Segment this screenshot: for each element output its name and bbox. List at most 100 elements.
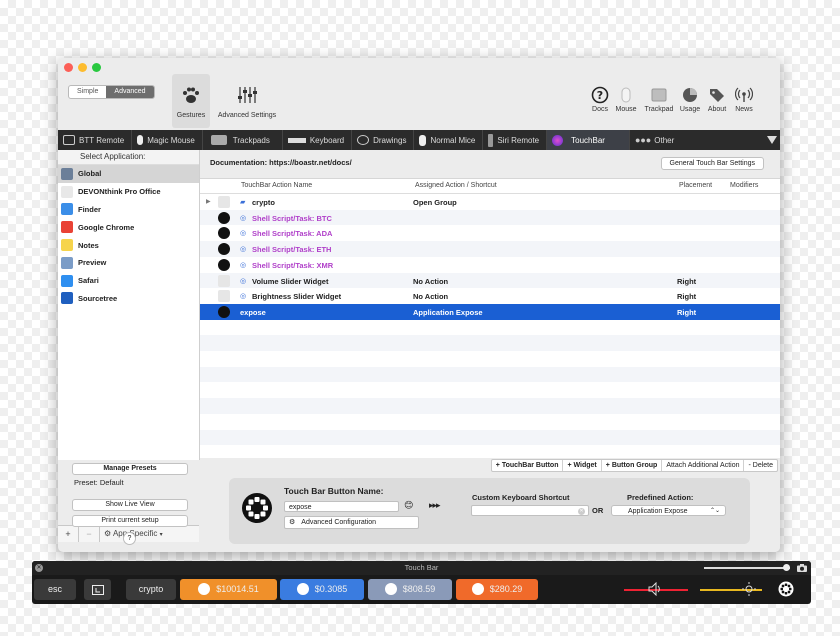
- slider-knob[interactable]: [783, 564, 790, 571]
- documentation-link[interactable]: Documentation: https://boastr.net/docs/: [210, 158, 352, 167]
- tab-siri-remote[interactable]: Siri Remote: [483, 130, 548, 150]
- tab-trackpads[interactable]: Trackpads: [203, 130, 283, 150]
- predefined-action-value: Application Expose: [628, 508, 688, 515]
- toolbar-gestures[interactable]: Gestures: [172, 74, 210, 128]
- zoom-window-button[interactable]: [92, 63, 101, 72]
- tab-touchbar[interactable]: TouchBar: [547, 130, 630, 150]
- row-placement: Right: [677, 292, 697, 302]
- tab-keyboard[interactable]: Keyboard: [283, 130, 353, 150]
- table-row-empty: [200, 366, 780, 383]
- table-row[interactable]: expose Application Expose Right: [200, 303, 780, 320]
- app-label: Preview: [78, 258, 107, 268]
- attach-additional-action-button[interactable]: Attach Additional Action: [662, 460, 745, 471]
- button-name-input[interactable]: expose: [284, 501, 399, 512]
- tab-btt-remote[interactable]: BTT Remote: [58, 130, 133, 150]
- tab-normal-mice[interactable]: Normal Mice: [414, 130, 484, 150]
- sidebar-app-item[interactable]: Global: [58, 165, 199, 183]
- chevron-updown-icon: ⌃⌄: [709, 508, 720, 514]
- tabs-overflow-button[interactable]: [764, 130, 780, 150]
- cardano-icon: [296, 582, 309, 595]
- camera-icon[interactable]: [797, 564, 807, 572]
- sidebar-app-item[interactable]: DEVONthink Pro Office: [58, 183, 199, 201]
- mouse-icon: [621, 87, 631, 103]
- gear-icon: ⚙: [289, 519, 296, 526]
- touchbar-eth-button[interactable]: $808.59: [368, 579, 452, 600]
- sidebar-app-item[interactable]: Sourcetree: [58, 290, 199, 308]
- touchbar-xmr-button[interactable]: $280.29: [456, 579, 538, 600]
- touchbar-ada-button[interactable]: $0.3085: [280, 579, 364, 600]
- expose-icon[interactable]: [241, 492, 273, 524]
- toolbar-usage-label: Usage: [679, 106, 701, 113]
- touchbar-crypto-group[interactable]: crypto: [126, 579, 176, 600]
- remove-app-button[interactable]: −: [79, 526, 100, 542]
- column-header-modifiers[interactable]: Modifiers: [730, 182, 758, 189]
- sidebar-app-item[interactable]: Finder: [58, 201, 199, 219]
- sidebar-app-item[interactable]: Safari: [58, 272, 199, 290]
- sidebar-app-item[interactable]: Notes: [58, 236, 199, 254]
- toolbar-news-label: News: [735, 106, 753, 113]
- toolbar-news[interactable]: News: [731, 86, 757, 113]
- mode-advanced[interactable]: Advanced: [106, 86, 154, 98]
- disclosure-triangle-icon[interactable]: ▶: [206, 198, 211, 205]
- column-header-placement[interactable]: Placement: [679, 182, 712, 189]
- app-label: DEVONthink Pro Office: [78, 187, 161, 197]
- slider-icon: [218, 290, 230, 303]
- custom-shortcut-label: Custom Keyboard Shortcut: [472, 493, 570, 502]
- emoji-picker-button[interactable]: 😊: [404, 500, 413, 511]
- simulator-size-slider[interactable]: [704, 564, 790, 571]
- predefined-action-select[interactable]: Application Expose ⌃⌄: [611, 505, 726, 516]
- advanced-configuration-button[interactable]: ⚙ Advanced Configuration: [284, 516, 419, 529]
- action-type-icon: ◎: [240, 230, 247, 238]
- toolbar-mouse[interactable]: Mouse: [613, 86, 639, 113]
- table-row[interactable]: ◎ Shell Script/Task: XMR: [200, 257, 780, 273]
- touchbar-btc-button[interactable]: $10014.51: [180, 579, 277, 600]
- toolbar-trackpad-label: Trackpad: [644, 106, 674, 113]
- ethereum-icon: [384, 582, 397, 595]
- add-button-group-button[interactable]: + Button Group: [602, 460, 663, 471]
- row-assigned-action: Application Expose: [413, 307, 483, 317]
- sidebar-app-item[interactable]: Preview: [58, 254, 199, 272]
- manage-presets-button[interactable]: Manage Presets: [72, 463, 188, 475]
- mode-segmented-control: Simple Advanced: [68, 85, 155, 99]
- show-live-view-button[interactable]: Show Live View: [72, 499, 188, 511]
- row-placement: Right: [677, 276, 697, 286]
- table-row[interactable]: ◎ Brightness Slider Widget No Action Right: [200, 288, 780, 304]
- general-touchbar-settings-button[interactable]: General Touch Bar Settings: [660, 157, 764, 170]
- device-tab-bar: BTT Remote Magic Mouse Trackpads Keyboar…: [58, 130, 780, 150]
- table-row[interactable]: ◎ Shell Script/Task: BTC: [200, 209, 780, 226]
- toolbar-docs[interactable]: ? Docs: [587, 86, 613, 113]
- mode-simple[interactable]: Simple: [69, 86, 106, 98]
- delete-button[interactable]: - Delete: [744, 460, 777, 471]
- toolbar-advanced-settings[interactable]: Advanced Settings: [213, 74, 281, 128]
- add-app-button[interactable]: +: [58, 526, 79, 542]
- print-setup-button[interactable]: Print current setup: [72, 515, 188, 527]
- table-row[interactable]: ▶ ▰ crypto Open Group: [200, 194, 780, 210]
- toolbar-about[interactable]: About: [704, 86, 730, 113]
- column-header-name[interactable]: TouchBar Action Name: [241, 182, 312, 189]
- add-touchbar-button[interactable]: + TouchBar Button: [492, 460, 564, 471]
- column-header-action[interactable]: Assigned Action / Shortcut: [415, 182, 497, 189]
- expose-icon[interactable]: [778, 581, 794, 597]
- close-window-button[interactable]: [64, 63, 73, 72]
- custom-shortcut-field[interactable]: ✕: [471, 505, 589, 516]
- table-row[interactable]: ◎ Shell Script/Task: ADA: [200, 225, 780, 241]
- toolbar-trackpad[interactable]: Trackpad: [644, 86, 674, 113]
- tab-magic-mouse[interactable]: Magic Mouse: [132, 130, 203, 150]
- close-icon[interactable]: ✕: [35, 564, 43, 572]
- sidebar-app-item[interactable]: Google Chrome: [58, 218, 199, 236]
- toolbar-usage[interactable]: Usage: [677, 86, 703, 113]
- tab-other[interactable]: ●●● Other: [630, 130, 698, 150]
- minimize-window-button[interactable]: [78, 63, 87, 72]
- help-button[interactable]: ?: [123, 532, 136, 545]
- add-widget-button[interactable]: + Widget: [563, 460, 602, 471]
- eth-price: $808.59: [402, 584, 436, 594]
- clear-icon[interactable]: ✕: [578, 508, 585, 515]
- trackpad-icon: [651, 88, 667, 102]
- table-row[interactable]: ◎ Shell Script/Task: ETH: [200, 241, 780, 257]
- app-specific-dropdown[interactable]: ⚙ App Specific ▾: [100, 526, 199, 542]
- touchbar-back-button[interactable]: [84, 579, 111, 600]
- touchbar-esc-key[interactable]: esc: [34, 579, 76, 600]
- tab-label: TouchBar: [571, 135, 605, 145]
- table-row[interactable]: ◎ Volume Slider Widget No Action Right: [200, 272, 780, 289]
- tab-drawings[interactable]: Drawings: [352, 130, 415, 150]
